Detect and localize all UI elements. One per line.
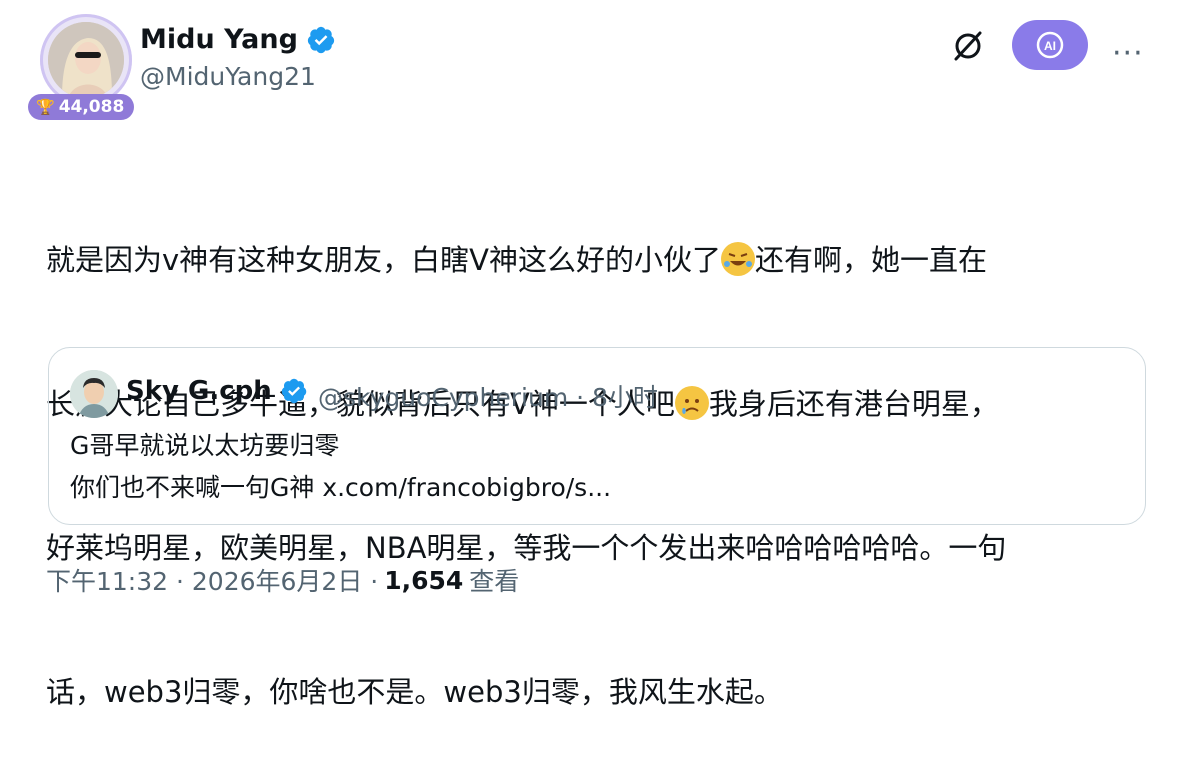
author-name-row[interactable]: Midu Yang — [140, 24, 336, 55]
ai-icon: AI — [1036, 31, 1064, 59]
rolling-laughing-emoji-icon — [721, 242, 756, 276]
quoted-author-name[interactable]: Sky G.cph — [126, 376, 272, 406]
score-badge: 🏆 44,088 — [28, 94, 135, 120]
author-avatar[interactable] — [48, 22, 124, 98]
tweet-line: 就是因为v神有这种女朋友，白瞎V神这么好的小伙了 还有啊，她一直在 — [46, 242, 988, 277]
verified-icon — [281, 378, 307, 404]
tweet-line: 话，web3归零，你啥也不是。web3归零，我风生水起。 — [46, 675, 783, 709]
quoted-author-name-row[interactable]: Sky G.cph — [126, 376, 308, 406]
ai-button[interactable]: AI — [1012, 20, 1088, 70]
tweet-footer: 下午11:32 · 2026年6月2日 · 1,654 查看 — [46, 562, 519, 598]
quoted-text-line: 你们也不来喊一句G神 x.com/francobigbro/s... — [70, 473, 612, 502]
trophy-icon: 🏆 — [36, 98, 55, 116]
svg-text:AI: AI — [1044, 39, 1056, 53]
view-count: 1,654 — [384, 565, 464, 595]
score-value: 44,088 — [58, 97, 125, 117]
more-options-icon[interactable]: ··· — [1112, 36, 1144, 71]
quoted-handle-time[interactable]: @skyguoCypherium · 8小时 — [318, 378, 658, 414]
author-handle[interactable]: @MiduYang21 — [140, 62, 316, 91]
grok-icon[interactable] — [948, 26, 988, 66]
views-label: 查看 — [469, 567, 520, 596]
verified-icon — [307, 26, 335, 53]
timestamp[interactable]: 下午11:32 · 2026年6月2日 · — [46, 562, 378, 598]
author-name[interactable]: Midu Yang — [140, 24, 298, 55]
quoted-author-avatar[interactable] — [70, 370, 118, 418]
quoted-text-line: G哥早就说以太坊要归零 — [70, 431, 340, 460]
